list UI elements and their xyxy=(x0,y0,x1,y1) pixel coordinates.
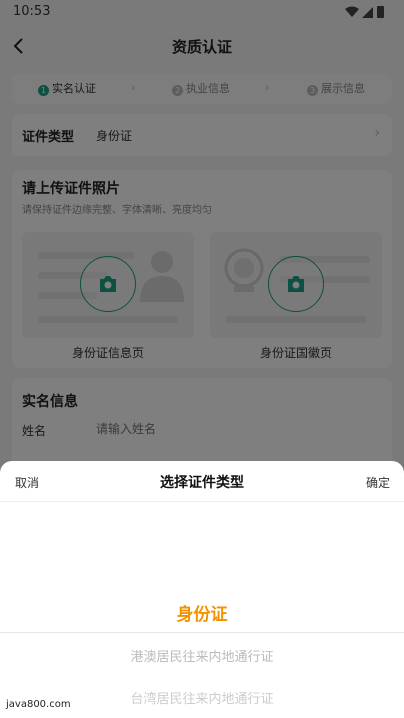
confirm-button[interactable]: 确定 xyxy=(366,474,390,491)
picker-divider xyxy=(0,632,404,633)
watermark: java800.com xyxy=(6,699,71,710)
picker-header: 取消 选择证件类型 确定 xyxy=(0,461,404,502)
picker-title: 选择证件类型 xyxy=(160,475,244,491)
picker-option[interactable]: 港澳居民往来内地通行证 xyxy=(0,646,404,665)
picker-option-selected[interactable]: 身份证 xyxy=(0,600,404,625)
id-type-picker-sheet: 取消 选择证件类型 确定 xyxy=(0,461,404,718)
